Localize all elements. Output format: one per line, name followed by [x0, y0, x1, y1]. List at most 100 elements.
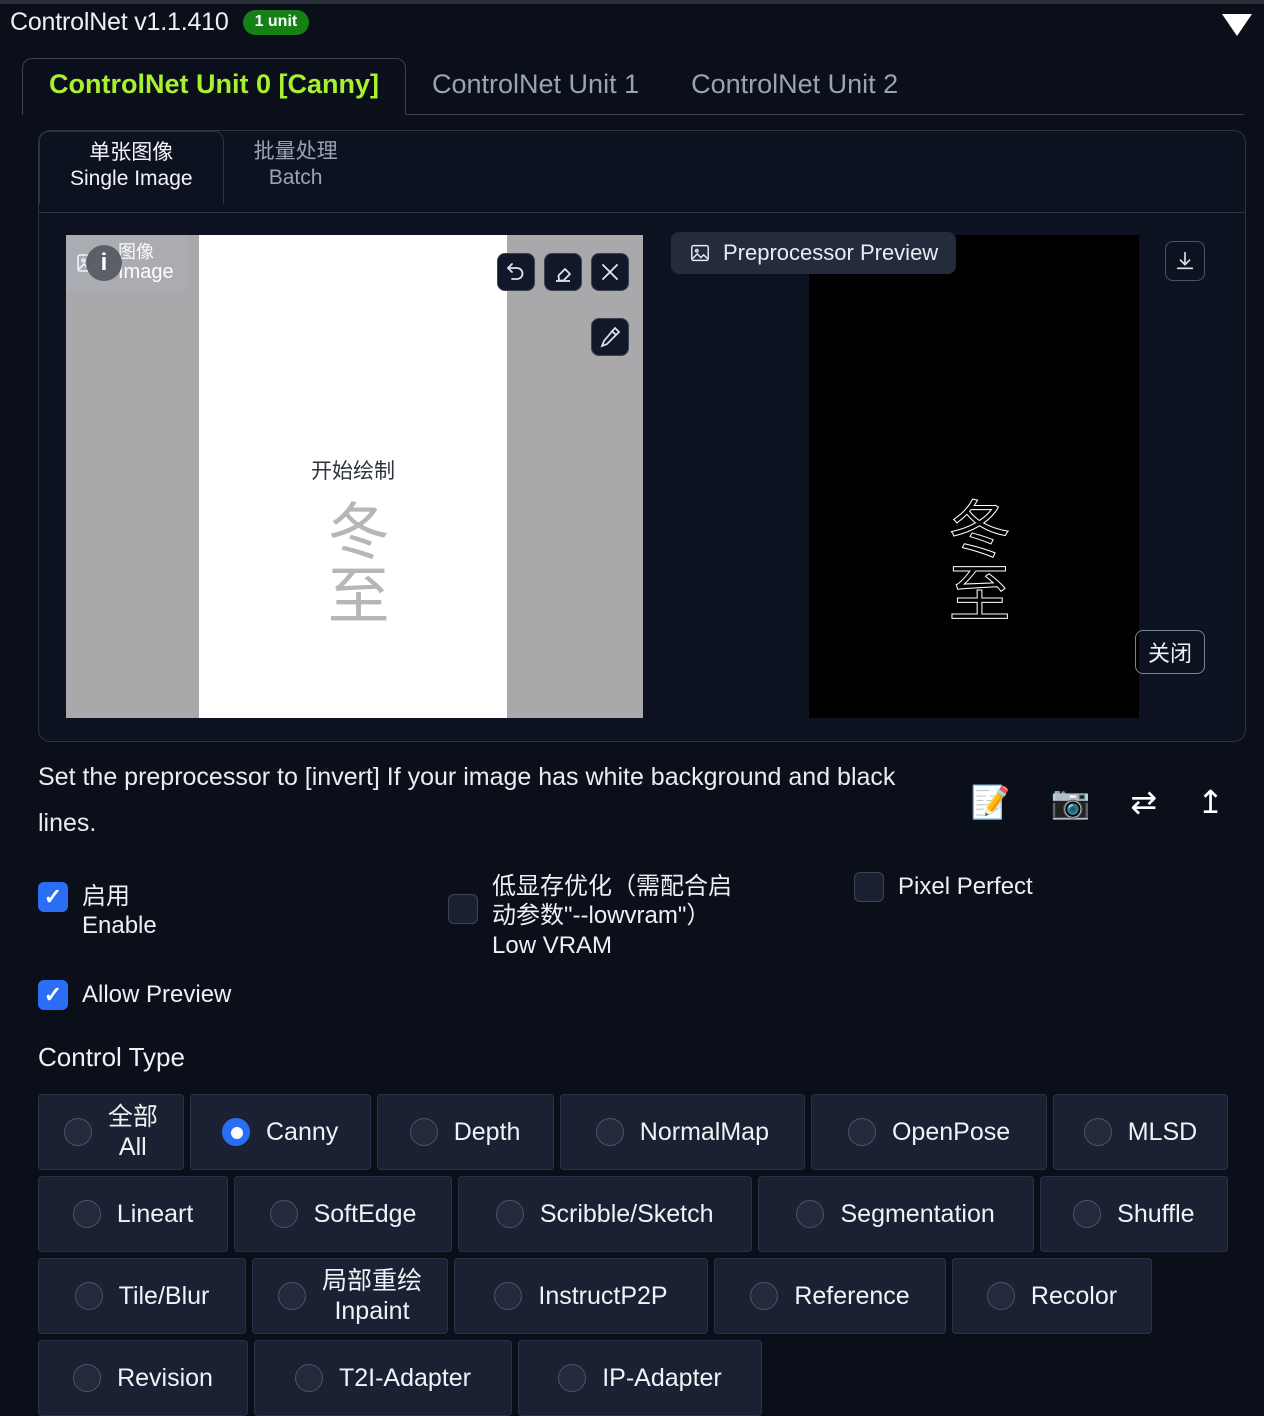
tab-single-image[interactable]: 单张图像 Single Image — [39, 131, 224, 204]
radio-icon[interactable] — [595, 1118, 624, 1146]
control-type-option-tile-blur[interactable]: Tile/Blur — [38, 1258, 246, 1334]
control-type-option-label-en: Shuffle — [1117, 1200, 1195, 1228]
memo-icon[interactable]: 📝 — [971, 786, 1011, 818]
image-input-card: 单张图像 Single Image 批量处理 Batch 开始绘制 冬至 i 图… — [38, 130, 1246, 742]
control-type-option-label-en: InstructP2P — [538, 1282, 668, 1310]
control-type-option-normalmap[interactable]: NormalMap — [559, 1094, 806, 1170]
radio-icon[interactable] — [796, 1200, 825, 1228]
control-type-option-label-en: Depth — [453, 1118, 521, 1146]
radio-icon[interactable] — [495, 1200, 524, 1228]
radio-icon[interactable] — [294, 1364, 323, 1392]
control-type-option-label-en: Tile/Blur — [118, 1282, 210, 1310]
input-mode-tab-bar: 单张图像 Single Image 批量处理 Batch — [39, 131, 1245, 213]
control-type-option-label: NormalMap — [640, 1117, 769, 1147]
control-type-row: 全部 All Canny Depth NormalMap OpenPose MLSD — [38, 1094, 1228, 1170]
control-type-option-recolor[interactable]: Recolor — [952, 1258, 1152, 1334]
control-type-option-label-en: Lineart — [116, 1200, 194, 1228]
control-type-option-openpose[interactable]: OpenPose — [811, 1094, 1047, 1170]
radio-icon[interactable] — [74, 1282, 103, 1310]
remove-image-button[interactable] — [591, 253, 629, 291]
control-type-option-label: Revision — [117, 1363, 213, 1393]
control-type-title: Control Type — [38, 1042, 185, 1072]
close-preview-button[interactable]: 关闭 — [1134, 630, 1205, 674]
radio-icon[interactable] — [1073, 1200, 1102, 1228]
control-type-option-depth[interactable]: Depth — [376, 1094, 554, 1170]
control-type-option-mlsd[interactable]: MLSD — [1052, 1094, 1228, 1170]
control-type-option-inpaint[interactable]: 局部重绘 Inpaint — [252, 1258, 448, 1334]
checkbox-enable[interactable]: 启用 Enable — [38, 882, 157, 941]
tab-controlnet-unit-2[interactable]: ControlNet Unit 2 — [665, 59, 924, 114]
upload-icon[interactable]: ↥ — [1197, 786, 1224, 818]
preprocessor-preview-panel[interactable]: 冬至 Preprocessor Preview 关闭 — [657, 232, 1217, 718]
source-image-panel[interactable]: 开始绘制 冬至 i 图像 Image — [66, 235, 643, 718]
brush-toolbar — [591, 318, 629, 356]
source-image-canvas — [199, 235, 507, 718]
checkbox-pixel-perfect[interactable]: Pixel Perfect — [854, 872, 1033, 902]
control-type-option-label-en: Canny — [265, 1118, 339, 1146]
checkbox-pixel-perfect-box[interactable] — [854, 872, 884, 902]
radio-icon[interactable] — [63, 1118, 92, 1146]
radio-icon[interactable] — [72, 1200, 101, 1228]
checkbox-low-vram-label-cn: 低显存优化（需配合启动参数"--lowvram"） — [492, 873, 732, 930]
undo-button[interactable] — [497, 253, 535, 291]
control-type-option-reference[interactable]: Reference — [714, 1258, 946, 1334]
camera-icon[interactable]: 📷 — [1051, 786, 1091, 818]
control-type-option-label: OpenPose — [892, 1117, 1010, 1147]
control-type-grid: 全部 All Canny Depth NormalMap OpenPose MLSD Line… — [38, 1094, 1228, 1416]
tab-controlnet-unit-0[interactable]: ControlNet Unit 0 [Canny] — [22, 58, 406, 115]
checkbox-low-vram-box[interactable] — [448, 894, 478, 924]
checkbox-enable-box[interactable] — [38, 882, 68, 912]
brush-button[interactable] — [591, 318, 629, 356]
radio-icon[interactable] — [277, 1282, 306, 1310]
control-type-option-label: InstructP2P — [538, 1281, 667, 1311]
radio-icon[interactable] — [269, 1200, 298, 1228]
radio-icon[interactable] — [221, 1118, 250, 1146]
control-type-option-label-en: MLSD — [1127, 1118, 1198, 1146]
control-type-row: Revision T2I-Adapter IP-Adapter — [38, 1340, 1228, 1416]
info-icon[interactable]: i — [86, 245, 122, 281]
control-type-option-label-en: Revision — [117, 1364, 213, 1392]
radio-icon[interactable] — [558, 1364, 587, 1392]
control-type-option-revision[interactable]: Revision — [38, 1340, 248, 1416]
control-type-option-softedge[interactable]: SoftEdge — [234, 1176, 452, 1252]
control-type-option-instructp2p[interactable]: InstructP2P — [454, 1258, 708, 1334]
radio-icon[interactable] — [409, 1118, 438, 1146]
checkbox-low-vram[interactable]: 低显存优化（需配合启动参数"--lowvram"） Low VRAM — [448, 872, 748, 960]
radio-icon[interactable] — [750, 1282, 779, 1310]
download-preview-button[interactable] — [1165, 241, 1205, 281]
radio-icon[interactable] — [986, 1282, 1015, 1310]
checkbox-low-vram-label-en: Low VRAM — [492, 931, 613, 959]
control-type-option-label: Scribble/Sketch — [540, 1199, 714, 1229]
checkbox-allow-preview-box[interactable] — [38, 980, 68, 1010]
control-type-option-label-en: Recolor — [1030, 1282, 1118, 1310]
radio-icon[interactable] — [73, 1364, 102, 1392]
control-type-option-label-en: NormalMap — [639, 1118, 769, 1146]
checkbox-enable-label-cn: 启用 — [82, 883, 130, 910]
preprocessor-preview-label: Preprocessor Preview — [723, 240, 939, 265]
control-type-option-label-cn: 局部重绘 — [321, 1267, 422, 1295]
control-type-option-ip-adapter[interactable]: IP-Adapter — [518, 1340, 762, 1416]
control-type-option-canny[interactable]: Canny — [189, 1094, 371, 1170]
picture-icon — [691, 244, 709, 262]
control-type-option-shuffle[interactable]: Shuffle — [1039, 1176, 1228, 1252]
control-type-option-scribble-sketch[interactable]: Scribble/Sketch — [457, 1176, 752, 1252]
swap-icon[interactable]: ⇄ — [1130, 786, 1157, 818]
checkbox-allow-preview[interactable]: Allow Preview — [38, 980, 231, 1010]
tab-batch[interactable]: 批量处理 Batch — [224, 131, 368, 202]
control-type-option-segmentation[interactable]: Segmentation — [757, 1176, 1034, 1252]
control-type-option-t2i-adapter[interactable]: T2I-Adapter — [254, 1340, 512, 1416]
control-type-option-label-en: T2I-Adapter — [338, 1364, 471, 1392]
triangle-down-icon[interactable] — [1222, 14, 1252, 36]
tab-single-image-label-en: Single Image — [70, 167, 193, 191]
tab-controlnet-unit-1[interactable]: ControlNet Unit 1 — [406, 59, 665, 114]
checkbox-allow-preview-label: Allow Preview — [82, 981, 232, 1009]
control-type-option-all[interactable]: 全部 All — [38, 1094, 184, 1170]
close-icon — [602, 264, 618, 280]
radio-icon[interactable] — [1083, 1118, 1112, 1146]
radio-icon[interactable] — [494, 1282, 523, 1310]
control-type-option-lineart[interactable]: Lineart — [38, 1176, 229, 1252]
radio-icon[interactable] — [847, 1118, 876, 1146]
source-image-badge: i 图像 Image — [66, 235, 188, 291]
checkbox-enable-label-en: Enable — [82, 912, 157, 940]
eraser-button[interactable] — [544, 253, 582, 291]
